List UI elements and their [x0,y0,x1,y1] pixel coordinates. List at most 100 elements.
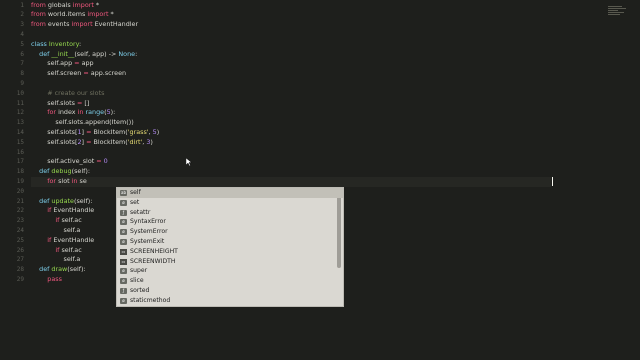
code-line[interactable]: def __init__(self, app) -> None: [31,50,137,60]
autocomplete-item[interactable]: ▭ SCREENWIDTH [117,257,343,267]
code-token: self.ac [61,245,82,254]
code-line[interactable]: from globals import * [31,1,99,11]
code-token: (self): [73,196,93,205]
autocomplete-item[interactable]: ab self [117,188,343,198]
code-editor[interactable]: 1 2 3 4 5 6 7 8 9 10 11 12 13 14 15 16 17 18 19 20 21 22 23 24 2… [0,0,640,360]
code-token: self.a [31,225,81,234]
constant-icon: ▭ [120,258,127,265]
line-number: 15 [16,138,24,146]
code-line[interactable]: self.active_slot = 0 [31,157,108,167]
code-token: update [51,196,74,205]
code-token: : [135,49,138,58]
code-token: self.app [31,59,75,68]
code-token: ) [150,137,153,146]
code-line[interactable]: def draw(self): [31,265,86,275]
code-token: 'grass' [127,127,149,136]
autocomplete-label: SCREENHEIGHT [130,247,178,255]
autocomplete-item[interactable]: ø set [117,198,343,208]
autocomplete-item[interactable]: ▭ SCREENHEIGHT [117,247,343,257]
code-token: 0 [103,157,108,166]
autocomplete-popup[interactable]: ab self ø set ƒ setattr ø SyntaxError ø SystemErr… [116,187,344,307]
code-line[interactable]: self.slots[1] = BlockItem('grass', 5) [31,128,159,138]
autocomplete-item[interactable]: ø SystemError [117,227,343,237]
code-token: ) [156,127,160,136]
code-line[interactable]: self.slots.append(Item()) [31,118,134,128]
autocomplete-label: SCREENWIDTH [130,257,176,265]
class-icon: ø [120,229,127,236]
constant-icon: ▭ [120,248,127,255]
code-line[interactable]: for index in range(5): [31,108,115,118]
code-token: self.slots[ [31,127,78,136]
minimap[interactable] [608,5,630,21]
code-token: Inventory [48,39,79,48]
code-line[interactable]: self.a [31,225,81,236]
code-token: def [39,196,52,205]
code-token: app [81,59,94,68]
line-number: 27 [16,256,24,264]
autocomplete-item[interactable]: ø SyntaxError [117,217,343,227]
autocomplete-label: setattr [130,208,151,216]
code-line[interactable]: def update(self): [31,197,92,207]
code-token: = [96,157,104,166]
code-token: (self): [67,265,86,274]
code-token: import [87,10,111,19]
autocomplete-item[interactable]: ø super [117,266,343,276]
class-icon: ø [120,297,127,304]
line-number: 12 [16,109,24,117]
code-line[interactable]: from events import EventHandler [31,20,138,30]
code-token: EventHandle [53,235,95,244]
line-number: 6 [20,50,24,58]
code-token: self.slots.append(Item()) [31,118,134,127]
code-line[interactable]: if EventHandle [31,236,94,246]
code-token: BlockItem( [93,137,128,146]
code-line[interactable]: self.app = app [31,59,94,69]
code-line[interactable]: if self.ac [31,245,82,256]
code-token: 'dirt' [127,137,143,146]
code-token: = [74,59,82,68]
code-token: * [110,10,114,19]
line-number: 18 [16,168,24,176]
code-line[interactable]: for slot in se [31,176,551,187]
autocomplete-item[interactable]: ƒ setattr [117,208,343,218]
code-line[interactable]: if self.ac [31,216,81,226]
code-line[interactable]: class Inventory: [31,40,81,50]
line-number: 23 [16,217,24,225]
code-token: = [83,69,91,78]
code-line[interactable]: # create our slots [31,89,104,99]
code-token: def [39,265,52,274]
line-number: 22 [16,207,24,215]
line-number: 14 [16,128,24,136]
code-line[interactable]: def debug(self): [31,167,90,177]
autocomplete-item[interactable]: ø SystemExit [117,237,343,247]
code-line[interactable]: pass [31,275,62,285]
line-number: 11 [16,99,24,107]
code-line[interactable]: if EventHandle [31,206,94,216]
code-line[interactable]: self.screen = app.screen [31,69,126,79]
autocomplete-label: SystemError [130,228,168,236]
code-token: debug [51,167,72,176]
class-icon: ø [120,199,127,206]
autocomplete-item[interactable]: ø slice [117,276,343,286]
code-line[interactable]: self.a [31,255,81,265]
line-number: 24 [16,226,24,234]
code-token: in [71,176,80,185]
code-token: [] [84,98,90,107]
autocomplete-item[interactable]: ø staticmethod [117,296,343,306]
autocomplete-label: self [130,189,141,196]
code-token: for [47,108,59,117]
code-token: self.active_slot [31,157,97,166]
autocomplete-label: SyntaxError [130,218,166,226]
code-token: from [31,0,48,9]
autocomplete-item[interactable]: ƒ sorted [117,286,343,296]
code-token: from [31,20,48,29]
code-line[interactable]: self.slots = [] [31,99,89,109]
code-token: app.screen [90,69,127,78]
function-icon: ƒ [120,209,127,216]
code-line[interactable]: from world.items import * [31,10,114,20]
code-line[interactable]: self.slots[2] = BlockItem('dirt', 3) [31,138,153,148]
